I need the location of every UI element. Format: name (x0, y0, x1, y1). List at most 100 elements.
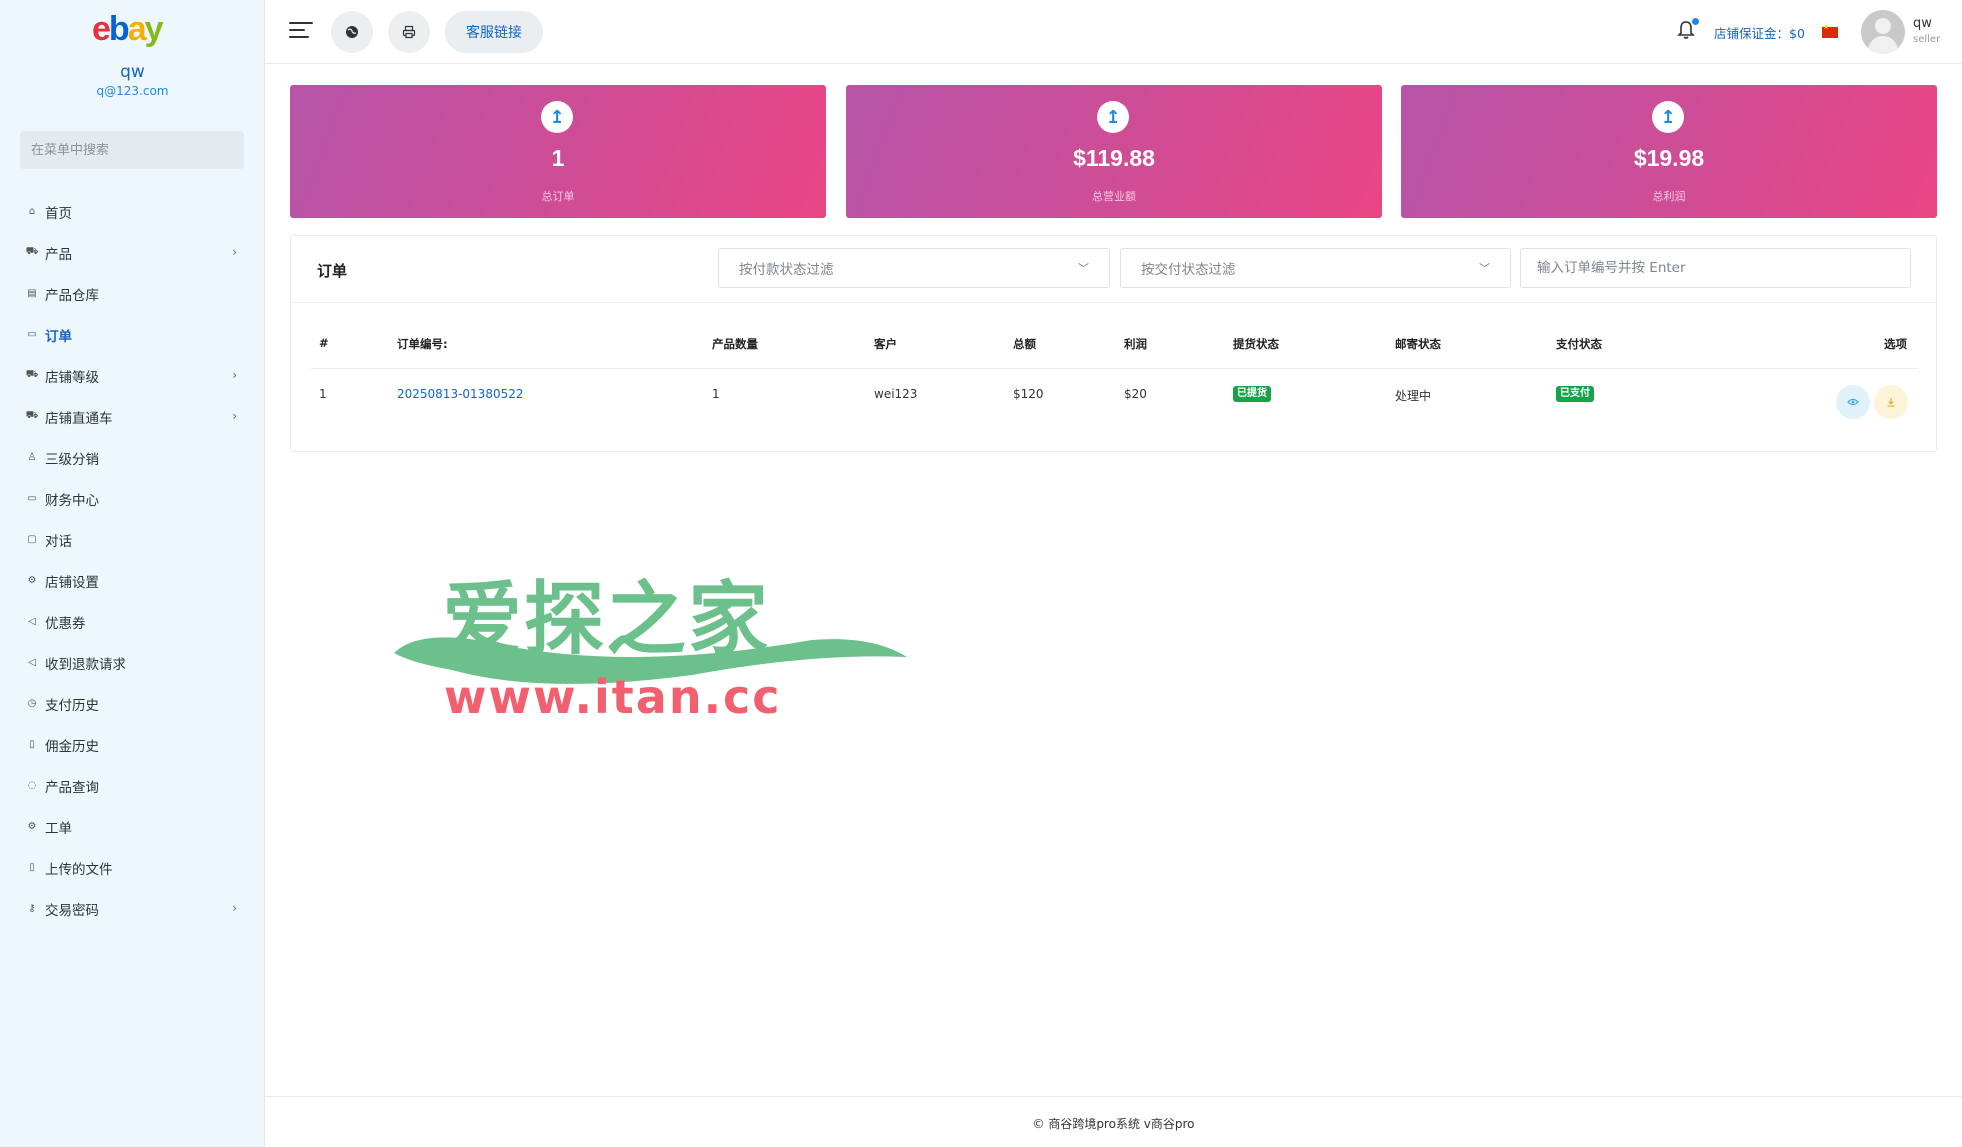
delivery-status-filter[interactable]: 按交付状态过滤 ﹀ (1120, 248, 1511, 288)
sidebar-item[interactable]: ⛟ 店铺直通车 › (0, 396, 265, 437)
sidebar-item-label: 优惠券 (45, 615, 86, 632)
sidebar-item[interactable]: ▭ 订单 (0, 314, 265, 355)
key-icon: ⚷ (28, 903, 36, 914)
globe-icon (346, 26, 358, 38)
cell-quantity: 1 (712, 387, 720, 401)
sidebar-item[interactable]: ▢ 对话 (0, 519, 265, 560)
col-header-options: 选项 (1884, 337, 1907, 351)
stat-label: 总利润 (1652, 190, 1686, 203)
gear-icon: ⚙ (27, 575, 37, 586)
sidebar-item[interactable]: ◁ 优惠券 (0, 601, 265, 642)
footer: © 商谷跨境pro系统 v商谷pro (265, 1096, 1962, 1147)
sidebar-item[interactable]: ⛟ 店铺等级 › (0, 355, 265, 396)
warehouse-icon: ▤ (27, 288, 37, 299)
sidebar: ebay qw q@123.com ⌂首页⛟产品›▤产品仓库▭订单⛟店铺等级›⛟… (0, 0, 265, 1147)
cell-profit: $20 (1124, 387, 1147, 401)
sidebar-item-label: 首页 (45, 205, 72, 222)
view-order-button[interactable] (1836, 385, 1870, 419)
sidebar-item-label: 产品仓库 (45, 287, 99, 304)
eye-icon (1847, 398, 1859, 406)
cart-icon: ⛟ (25, 246, 39, 257)
stat-label: 总订单 (541, 190, 575, 203)
sidebar-item[interactable]: ⌂ 首页 (0, 191, 265, 232)
sidebar-item[interactable]: ▤ 产品仓库 (0, 273, 265, 314)
logo-letter: e (92, 10, 111, 48)
sidebar-item-label: 店铺等级 (45, 369, 99, 386)
cart-icon: ⛟ (25, 410, 39, 421)
sidebar-item[interactable]: ⚙ 工单 (0, 806, 265, 847)
chevron-right-icon: › (232, 901, 237, 915)
print-button[interactable] (388, 11, 430, 53)
money-icon: ▭ (27, 493, 37, 504)
upload-arrow-icon: ↥ (1097, 101, 1129, 133)
stat-card-total-profit: ↥ $19.98 总利润 (1401, 85, 1937, 218)
sidebar-item-label: 交易密码 (45, 902, 99, 919)
sidebar-item-label: 三级分销 (45, 451, 99, 468)
stat-card-total-revenue: ↥ $119.88 总营业额 (846, 85, 1382, 218)
stat-label: 总营业额 (1092, 190, 1136, 203)
sidebar-item[interactable]: ◌ 产品查询 (0, 765, 265, 806)
chevron-right-icon: › (232, 368, 237, 382)
file-icon: ▯ (29, 739, 35, 750)
sidebar-item[interactable]: ▭ 财务中心 (0, 478, 265, 519)
col-header-index: # (319, 336, 329, 350)
chevron-down-icon: ﹀ (1479, 262, 1490, 275)
payment-status-badge: 已支付 (1556, 386, 1594, 402)
payment-status-filter[interactable]: 按付款状态过滤 ﹀ (718, 248, 1110, 288)
file-icon: ▯ (29, 862, 35, 873)
sidebar-item-label: 工单 (45, 820, 72, 837)
sidebar-item[interactable]: ⚙ 店铺设置 (0, 560, 265, 601)
logo-letter: b (108, 10, 130, 48)
sidebar-item-label: 店铺直通车 (45, 410, 113, 427)
notification-bell[interactable] (1677, 18, 1699, 44)
sidebar-menu: ⌂ 首页 ⛟ 产品 › ▤ 产品仓库 ▭ 订单 ⛟ 店铺等级 › ⛟ 店铺直通车 › ♙ 三级分销 ▭ 财务中心 ▢ 对… (0, 191, 265, 929)
chevron-down-icon: ﹀ (1078, 262, 1089, 275)
sidebar-item[interactable]: ⚷ 交易密码 › (0, 888, 265, 929)
menu-search-input[interactable] (20, 131, 244, 169)
upload-arrow-icon: ↥ (541, 101, 573, 133)
sidebar-item[interactable]: ▯ 佣金历史 (0, 724, 265, 765)
cell-customer: wei123 (874, 387, 918, 401)
sidebar-user-name: qw (120, 62, 145, 82)
logo-letter: y (144, 10, 164, 48)
sidebar-item[interactable]: ◁ 收到退款请求 (0, 642, 265, 683)
sidebar-item[interactable]: ♙ 三级分销 (0, 437, 265, 478)
megaphone-icon: ◁ (28, 616, 36, 627)
menu-toggle-icon[interactable] (289, 22, 313, 42)
upload-arrow-icon: ↥ (1652, 101, 1684, 133)
customer-service-link-button[interactable]: 客服链接 (445, 11, 543, 53)
col-header-total: 总额 (1013, 337, 1036, 351)
sidebar-item-label: 店铺设置 (45, 574, 99, 591)
order-number-search-input[interactable] (1520, 248, 1911, 288)
sidebar-item-label: 支付历史 (45, 697, 99, 714)
footer-copyright: © 商谷跨境pro系统 v商谷pro (1032, 1117, 1195, 1131)
china-flag-icon[interactable] (1822, 23, 1838, 38)
store-deposit[interactable]: 店铺保证金：$0 (1714, 23, 1805, 42)
sidebar-item-label: 产品查询 (45, 779, 99, 796)
stat-value: $19.98 (1633, 145, 1705, 171)
order-number-link[interactable]: 20250813-01380522 (397, 387, 524, 401)
ebay-logo[interactable]: ebay (92, 10, 174, 50)
sidebar-item[interactable]: ▯ 上传的文件 (0, 847, 265, 888)
stat-value: $119.88 (1073, 145, 1155, 171)
cart-icon: ⛟ (25, 369, 39, 380)
sidebar-item[interactable]: ⛟ 产品 › (0, 232, 265, 273)
sidebar-item-label: 财务中心 (45, 492, 99, 509)
gear-icon: ⚙ (27, 821, 37, 832)
cell-total: $120 (1013, 387, 1044, 401)
download-invoice-button[interactable] (1874, 385, 1908, 419)
download-icon (1887, 398, 1895, 407)
user-icon: ♙ (27, 452, 37, 463)
language-globe-button[interactable] (331, 11, 373, 53)
header-user-name[interactable]: qw (1913, 16, 1932, 31)
watermark-url: www.itan.cc (444, 670, 782, 724)
sidebar-item-label: 订单 (45, 328, 72, 345)
sidebar-item-label: 佣金历史 (45, 738, 99, 755)
sidebar-item-label: 上传的文件 (45, 861, 113, 878)
avatar[interactable] (1861, 10, 1905, 54)
col-header-profit: 利润 (1124, 337, 1147, 351)
sidebar-item[interactable]: ◷ 支付历史 (0, 683, 265, 724)
col-header-pickup-status: 提货状态 (1233, 337, 1279, 351)
panel-divider (291, 302, 1936, 303)
col-header-customer: 客户 (874, 337, 897, 351)
